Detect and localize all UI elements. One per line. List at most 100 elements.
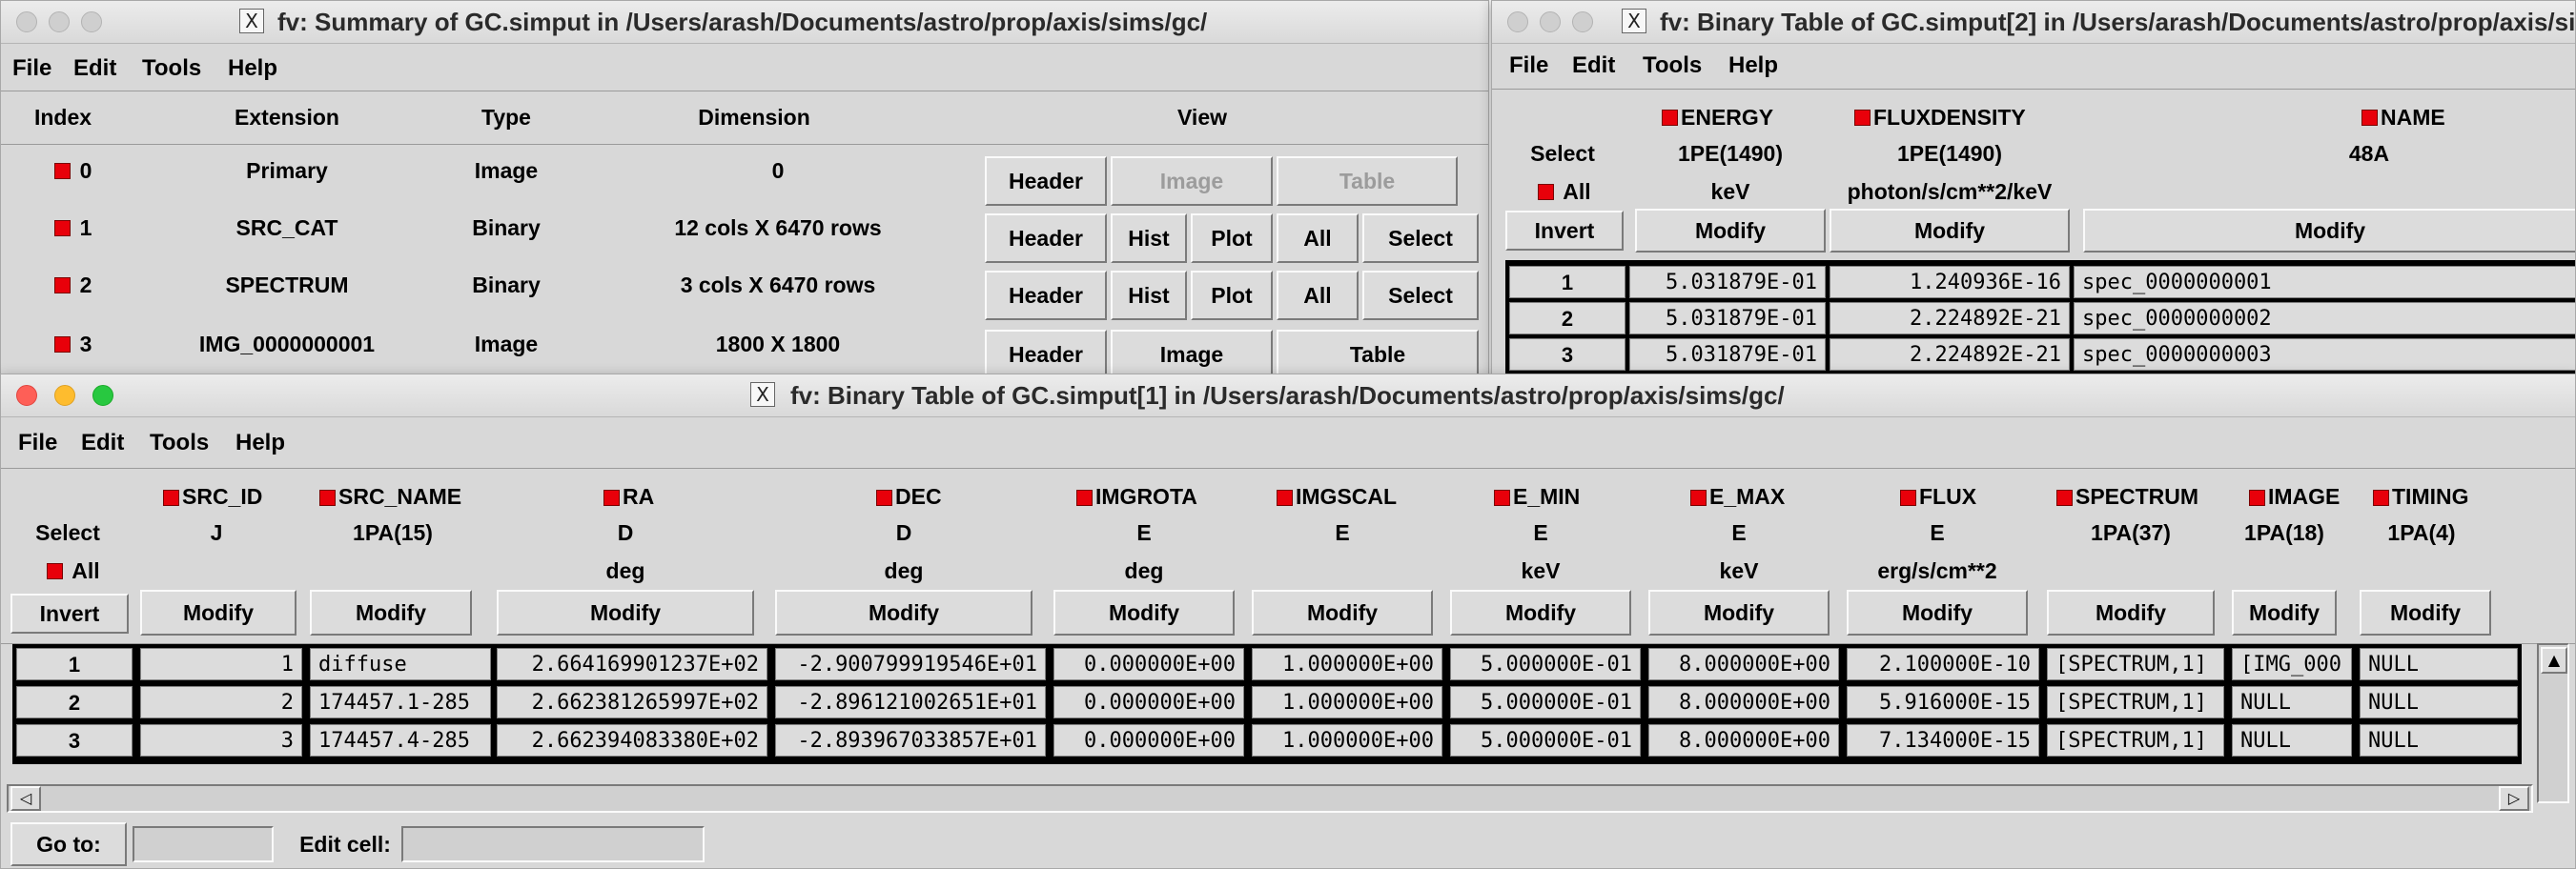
column-select-marker[interactable] [1662, 110, 1678, 126]
table-cell[interactable]: 0.000000E+00 [1053, 686, 1244, 718]
menu-help[interactable]: Help [228, 50, 277, 88]
table-cell[interactable]: 174457.1-285 [310, 686, 491, 718]
menu-edit[interactable]: Edit [81, 424, 124, 462]
goto-button[interactable]: Go to: [10, 822, 127, 866]
hist-button[interactable]: Hist [1111, 213, 1187, 263]
table-cell[interactable]: 174457.4-285 [310, 724, 491, 757]
header-button[interactable]: Header [985, 213, 1107, 263]
table-cell[interactable]: NULL [2360, 724, 2518, 757]
table-cell[interactable]: [SPECTRUM,1] [2047, 648, 2224, 680]
row-number[interactable]: 3 [16, 724, 133, 757]
select-button[interactable]: Select [1362, 271, 1479, 320]
table-cell[interactable]: 5.031879E-01 [1629, 266, 1826, 298]
modify-button[interactable]: Modify [775, 590, 1032, 636]
menu-edit[interactable]: Edit [73, 50, 116, 88]
modify-button[interactable]: Modify [1252, 590, 1433, 636]
column-select-marker[interactable] [1494, 490, 1510, 506]
column-select-marker[interactable] [1854, 110, 1871, 126]
minimize-button[interactable] [1540, 11, 1561, 32]
table-cell[interactable]: 1.000000E+00 [1252, 686, 1442, 718]
table-cell[interactable]: 0.000000E+00 [1053, 724, 1244, 757]
horizontal-scrollbar[interactable] [7, 784, 2533, 813]
table-cell[interactable]: 2.664169901237E+02 [497, 648, 767, 680]
column-select-marker[interactable] [319, 490, 336, 506]
menu-file[interactable]: File [12, 50, 51, 88]
zoom-button[interactable] [92, 385, 113, 406]
table-cell[interactable]: 2.224892E-21 [1830, 338, 2070, 371]
table-cell[interactable]: 2 [140, 686, 302, 718]
menu-file[interactable]: File [18, 424, 57, 462]
row-number[interactable]: 1 [16, 648, 133, 680]
menu-tools[interactable]: Tools [1643, 47, 1702, 85]
modify-button[interactable]: Modify [1053, 590, 1235, 636]
table-cell[interactable]: 5.031879E-01 [1629, 338, 1826, 371]
column-select-marker[interactable] [163, 490, 179, 506]
select-all-checkbox[interactable] [1538, 184, 1554, 200]
modify-button[interactable]: Modify [310, 590, 472, 636]
table-cell[interactable]: 1.000000E+00 [1252, 648, 1442, 680]
column-select-marker[interactable] [2249, 490, 2265, 506]
select-button[interactable]: Select [1362, 213, 1479, 263]
zoom-button[interactable] [81, 11, 102, 32]
row-number[interactable]: 2 [1509, 302, 1625, 334]
plot-button[interactable]: Plot [1191, 271, 1273, 320]
table-cell[interactable]: 3 [140, 724, 302, 757]
row-marker[interactable] [54, 220, 71, 236]
modify-button[interactable]: Modify [140, 590, 296, 636]
invert-button[interactable]: Invert [10, 594, 129, 634]
table-cell[interactable]: 5.000000E-01 [1450, 686, 1641, 718]
modify-button[interactable]: Modify [1830, 209, 2070, 253]
header-button[interactable]: Header [985, 330, 1107, 379]
table-cell[interactable]: 2.100000E-10 [1847, 648, 2039, 680]
table-cell[interactable]: 2.224892E-21 [1830, 302, 2070, 334]
menu-edit[interactable]: Edit [1572, 47, 1615, 85]
header-button[interactable]: Header [985, 271, 1107, 320]
row-number[interactable]: 1 [1509, 266, 1625, 298]
column-select-marker[interactable] [1277, 490, 1293, 506]
table-cell[interactable]: [SPECTRUM,1] [2047, 724, 2224, 757]
table-cell[interactable]: spec_0000000001 [2074, 266, 2575, 298]
modify-button[interactable]: Modify [1847, 590, 2028, 636]
edit-cell-input[interactable] [401, 826, 705, 862]
header-button[interactable]: Header [985, 156, 1107, 206]
scroll-left-button[interactable]: ◁ [10, 786, 41, 811]
menu-help[interactable]: Help [1728, 47, 1778, 85]
column-select-marker[interactable] [2056, 490, 2073, 506]
table-cell[interactable]: 2.662394083380E+02 [497, 724, 767, 757]
column-select-marker[interactable] [603, 490, 620, 506]
table-cell[interactable]: spec_0000000003 [2074, 338, 2575, 371]
table-cell[interactable]: 2.662381265997E+02 [497, 686, 767, 718]
column-select-marker[interactable] [1900, 490, 1916, 506]
goto-input[interactable] [133, 826, 274, 862]
table-cell[interactable]: -2.893967033857E+01 [775, 724, 1046, 757]
row-marker[interactable] [54, 163, 71, 179]
modify-button[interactable]: Modify [1635, 209, 1826, 253]
table-cell[interactable]: 1 [140, 648, 302, 680]
table-cell[interactable]: NULL [2360, 686, 2518, 718]
menu-tools[interactable]: Tools [142, 50, 201, 88]
image-button[interactable]: Image [1111, 330, 1273, 379]
table-cell[interactable]: NULL [2232, 686, 2352, 718]
modify-button[interactable]: Modify [2360, 590, 2491, 636]
menu-file[interactable]: File [1509, 47, 1548, 85]
close-button[interactable] [1507, 11, 1528, 32]
column-select-marker[interactable] [1690, 490, 1707, 506]
menu-tools[interactable]: Tools [150, 424, 209, 462]
table-cell[interactable]: 5.916000E-15 [1847, 686, 2039, 718]
row-number[interactable]: 2 [16, 686, 133, 718]
zoom-button[interactable] [1572, 11, 1593, 32]
row-number[interactable]: 3 [1509, 338, 1625, 371]
column-select-marker[interactable] [876, 490, 892, 506]
table-cell[interactable]: [IMG_000 [2232, 648, 2352, 680]
table-cell[interactable]: diffuse [310, 648, 491, 680]
table-button[interactable]: Table [1277, 156, 1458, 206]
all-button[interactable]: All [1277, 271, 1359, 320]
image-button[interactable]: Image [1111, 156, 1273, 206]
table-cell[interactable]: 5.000000E-01 [1450, 648, 1641, 680]
table-cell[interactable]: 7.134000E-15 [1847, 724, 2039, 757]
column-select-marker[interactable] [1076, 490, 1093, 506]
table-cell[interactable]: 1.000000E+00 [1252, 724, 1442, 757]
table-cell[interactable]: -2.900799919546E+01 [775, 648, 1046, 680]
modify-button[interactable]: Modify [1450, 590, 1631, 636]
table-cell[interactable]: [SPECTRUM,1] [2047, 686, 2224, 718]
